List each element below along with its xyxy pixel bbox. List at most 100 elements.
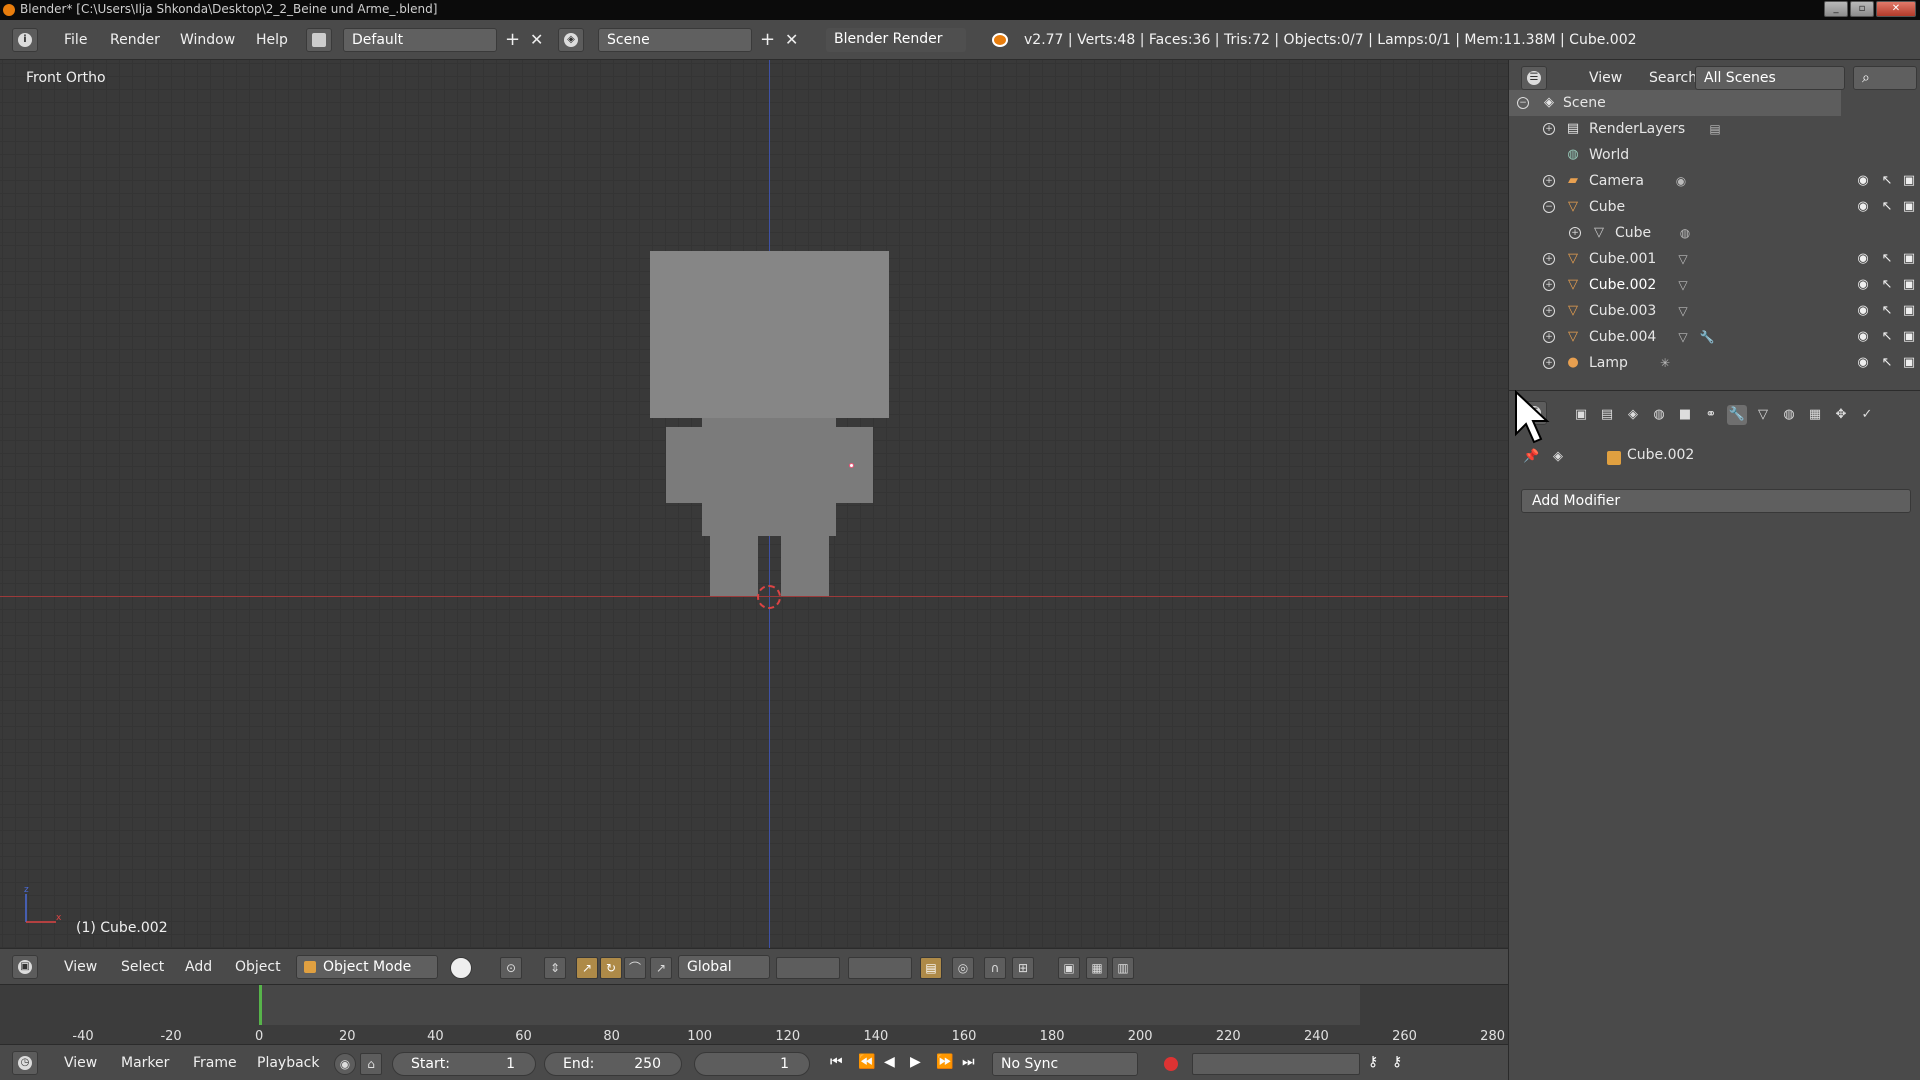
outliner-item-cube-002[interactable]: + ▽ Cube.002 ▽ ◉ ↖ ▣ [1509, 272, 1920, 298]
render-camera-icon[interactable]: ▣ [1901, 355, 1917, 371]
play-reverse-icon[interactable]: ◀ [884, 1054, 895, 1070]
visibility-eye-icon[interactable]: ◉ [1855, 303, 1871, 319]
render-camera-icon[interactable]: ▣ [1901, 329, 1917, 345]
mesh-left-leg[interactable] [710, 536, 758, 596]
editor-type-3dview-button[interactable]: ▣ [12, 955, 38, 979]
editor-type-outliner-button[interactable]: ☰ [1521, 66, 1547, 90]
grease-pencil-button[interactable]: ▥ [1112, 957, 1134, 979]
outliner-item-world[interactable]: ◍ World [1509, 142, 1920, 168]
selectable-arrow-icon[interactable]: ↖ [1879, 303, 1895, 319]
remove-scene-icon[interactable]: ✕ [785, 28, 798, 52]
outliner-menu-search[interactable]: Search [1649, 66, 1697, 90]
outliner-item-cube-004[interactable]: + ▽ Cube.004 ▽ 🔧 ◉ ↖ ▣ [1509, 324, 1920, 350]
3d-cursor-icon[interactable] [757, 585, 781, 609]
tab-object[interactable]: ■ [1675, 405, 1695, 425]
expand-icon[interactable]: + [1569, 227, 1581, 239]
layers-group-1[interactable] [776, 957, 840, 979]
visibility-eye-icon[interactable]: ◉ [1855, 277, 1871, 293]
selectable-arrow-icon[interactable]: ↖ [1879, 277, 1895, 293]
tab-particles[interactable]: ✥ [1831, 405, 1851, 425]
tab-physics[interactable]: ✓ [1857, 405, 1877, 425]
timeline-area[interactable]: -40 -20 0 20 40 60 80 100 120 140 160 180 200 220 240 2… [0, 984, 1508, 1044]
3d-viewport[interactable]: Front Ortho z x (1) Cube.002 [0, 60, 1508, 948]
outliner-item-cube-001[interactable]: + ▽ Cube.001 ▽ ◉ ↖ ▣ [1509, 246, 1920, 272]
current-frame-field[interactable]: 1 [694, 1052, 810, 1076]
visibility-eye-icon[interactable]: ◉ [1855, 173, 1871, 189]
expand-icon[interactable]: + [1543, 279, 1555, 291]
visibility-eye-icon[interactable]: ◉ [1855, 199, 1871, 215]
tab-texture[interactable]: ▦ [1805, 405, 1825, 425]
transform-orientation-dropdown[interactable]: Global [678, 955, 770, 979]
editor-type-timeline-button[interactable]: ◷ [12, 1051, 38, 1075]
outliner-search-field[interactable]: ⌕ [1853, 66, 1917, 90]
opengl-render-button[interactable]: ▣ [1058, 957, 1080, 979]
minimize-button[interactable]: _ [1824, 1, 1848, 17]
selectable-arrow-icon[interactable]: ↖ [1879, 329, 1895, 345]
selectable-arrow-icon[interactable]: ↖ [1879, 173, 1895, 189]
render-engine-dropdown[interactable]: Blender Render [826, 28, 966, 52]
menu-add[interactable]: Add [185, 955, 212, 979]
selectable-arrow-icon[interactable]: ↖ [1879, 355, 1895, 371]
menu-object[interactable]: Object [235, 955, 281, 979]
tab-material[interactable]: ◍ [1779, 405, 1799, 425]
visibility-eye-icon[interactable]: ◉ [1855, 355, 1871, 371]
tab-scene[interactable]: ◈ [1623, 405, 1643, 425]
pin-icon[interactable]: 📌 [1523, 449, 1539, 464]
scale-manipulator-button[interactable]: ⌒ [624, 957, 646, 979]
render-camera-icon[interactable]: ▣ [1901, 173, 1917, 189]
outliner-item-camera[interactable]: + ▰ Camera ◉ ◉ ↖ ▣ [1509, 168, 1920, 194]
record-icon[interactable] [1164, 1057, 1178, 1071]
selectable-arrow-icon[interactable]: ↖ [1879, 199, 1895, 215]
sync-mode-dropdown[interactable]: No Sync [992, 1052, 1138, 1076]
screen-layout-field[interactable]: Default [343, 28, 497, 52]
menu-view[interactable]: View [64, 955, 97, 979]
lock-camera-button[interactable]: ▤ [920, 957, 942, 979]
keying-set-field[interactable] [1192, 1053, 1360, 1075]
outliner-item-scene[interactable]: − ◈ Scene [1509, 90, 1841, 116]
render-animation-button[interactable]: ▦ [1086, 957, 1108, 979]
render-camera-icon[interactable]: ▣ [1901, 199, 1917, 215]
screen-layout-selector-button[interactable] [306, 28, 332, 52]
custom-manipulator-button[interactable]: ↗ [650, 957, 672, 979]
add-layout-icon[interactable]: + [505, 28, 520, 52]
snap-toggle-button[interactable]: ∩ [984, 957, 1006, 979]
visibility-eye-icon[interactable]: ◉ [1855, 329, 1871, 345]
tab-world[interactable]: ◍ [1649, 405, 1669, 425]
menu-select[interactable]: Select [121, 955, 164, 979]
jump-start-icon[interactable]: ⏮ [830, 1054, 843, 1070]
visibility-eye-icon[interactable]: ◉ [1855, 251, 1871, 267]
menu-file[interactable]: File [64, 28, 87, 52]
pivot-point-button[interactable]: ⊙ [500, 957, 522, 979]
insert-keyframe-icon[interactable]: ⚷ [1368, 1054, 1378, 1070]
keying-set-icon[interactable]: ◉ [334, 1053, 356, 1075]
rotate-manipulator-button[interactable]: ↻ [600, 957, 622, 979]
menu-window[interactable]: Window [180, 28, 235, 52]
mesh-body[interactable] [702, 418, 836, 536]
tab-constraints[interactable]: ⚭ [1701, 405, 1721, 425]
expand-icon[interactable]: + [1543, 331, 1555, 343]
expand-icon[interactable]: + [1543, 175, 1555, 187]
mesh-head[interactable] [650, 251, 889, 418]
snap-element-button[interactable]: ⊞ [1012, 957, 1034, 979]
render-camera-icon[interactable]: ▣ [1901, 251, 1917, 267]
maximize-button[interactable]: ▫ [1850, 1, 1874, 17]
outliner-menu-view[interactable]: View [1589, 66, 1622, 90]
add-modifier-dropdown[interactable]: Add Modifier [1521, 489, 1911, 513]
menu-render[interactable]: Render [110, 28, 160, 52]
scene-selector-button[interactable]: ◈ [558, 28, 584, 52]
editor-type-info-button[interactable]: i [12, 28, 38, 52]
lock-range-icon[interactable]: ⌂ [360, 1053, 382, 1075]
expand-icon[interactable]: + [1543, 305, 1555, 317]
collapse-icon[interactable]: − [1517, 97, 1529, 109]
next-keyframe-icon[interactable]: ⏩ [936, 1054, 953, 1070]
menu-playback[interactable]: Playback [257, 1051, 319, 1075]
menu-frame[interactable]: Frame [193, 1051, 237, 1075]
expand-icon[interactable]: + [1543, 123, 1555, 135]
add-scene-icon[interactable]: + [760, 28, 775, 52]
outliner-item-lamp[interactable]: + ● Lamp ✳ ◉ ↖ ▣ [1509, 350, 1920, 376]
menu-help[interactable]: Help [256, 28, 288, 52]
tab-data[interactable]: ▽ [1753, 405, 1773, 425]
delete-keyframe-icon[interactable]: ⚷ [1392, 1054, 1402, 1070]
jump-end-icon[interactable]: ⏭ [962, 1054, 975, 1070]
outliner-item-cube-003[interactable]: + ▽ Cube.003 ▽ ◉ ↖ ▣ [1509, 298, 1920, 324]
